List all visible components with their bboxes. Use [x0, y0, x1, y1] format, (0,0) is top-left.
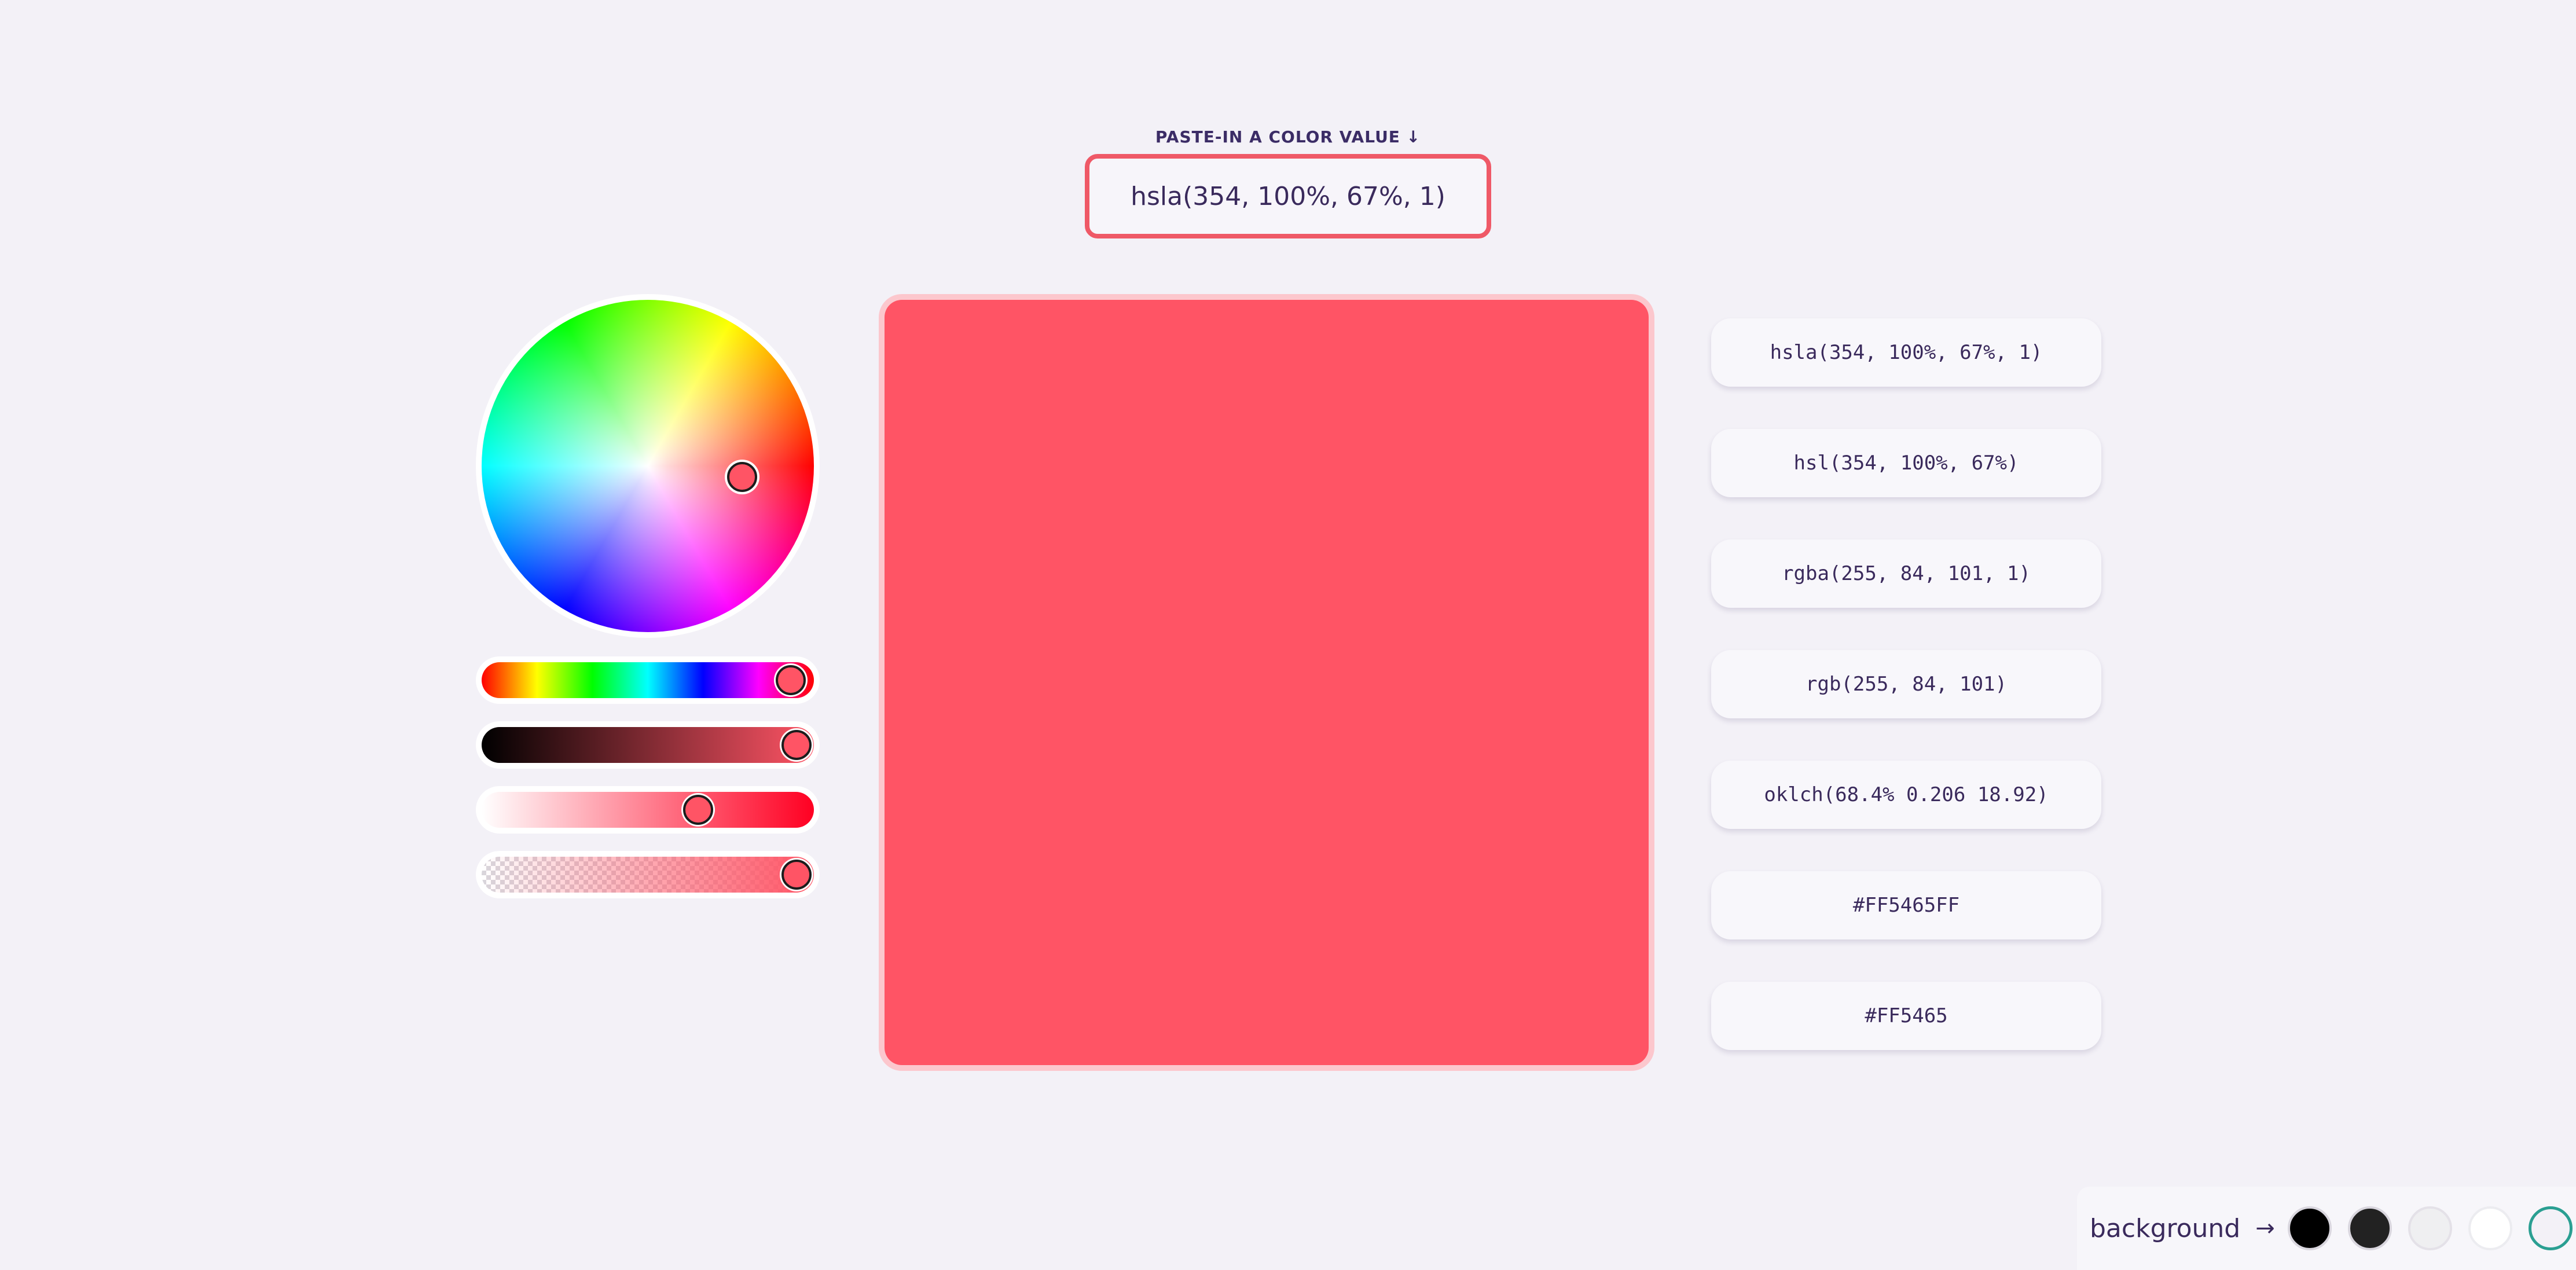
color-value-input[interactable]	[1085, 154, 1491, 238]
format-rgba-button[interactable]: rgba(255, 84, 101, 1)	[1711, 539, 2101, 608]
lightness-slider[interactable]	[476, 721, 820, 769]
background-label: background	[2090, 1213, 2241, 1243]
background-swatch-dark[interactable]	[2347, 1206, 2392, 1250]
format-hsla-button[interactable]: hsla(354, 100%, 67%, 1)	[1711, 318, 2101, 387]
format-hex-button[interactable]: #FF5465	[1711, 982, 2101, 1050]
color-wheel-frame	[476, 294, 820, 638]
background-swatch-white[interactable]	[2468, 1206, 2512, 1250]
hue-slider-thumb[interactable]	[776, 665, 806, 695]
paste-color-label: PASTE-IN A COLOR VALUE ↓	[1155, 127, 1421, 146]
saturation-slider-thumb[interactable]	[683, 795, 713, 825]
alpha-slider-track[interactable]	[482, 857, 814, 893]
background-swatch-selected[interactable]	[2528, 1206, 2573, 1250]
background-swatch-black[interactable]	[2287, 1206, 2332, 1250]
saturation-slider-track[interactable]	[482, 792, 814, 828]
hue-slider-track[interactable]	[482, 662, 814, 698]
format-hex8-button[interactable]: #FF5465FF	[1711, 871, 2101, 939]
background-swatch-light[interactable]	[2408, 1206, 2452, 1250]
format-rgb-button[interactable]: rgb(255, 84, 101)	[1711, 650, 2101, 718]
color-preview-swatch	[885, 300, 1649, 1065]
format-hsl-button[interactable]: hsl(354, 100%, 67%)	[1711, 429, 2101, 497]
format-oklch-button[interactable]: oklch(68.4% 0.206 18.92)	[1711, 761, 2101, 829]
arrow-right-icon: →	[2255, 1215, 2275, 1242]
lightness-slider-thumb[interactable]	[781, 730, 812, 760]
color-format-list: hsla(354, 100%, 67%, 1) hsl(354, 100%, 6…	[1711, 318, 2101, 1092]
alpha-slider-thumb[interactable]	[781, 860, 812, 890]
lightness-slider-track[interactable]	[482, 727, 814, 763]
color-wheel[interactable]	[482, 300, 814, 632]
hue-slider[interactable]	[476, 656, 820, 704]
color-wheel-thumb[interactable]	[727, 462, 757, 492]
alpha-slider[interactable]	[476, 851, 820, 898]
saturation-slider[interactable]	[476, 786, 820, 834]
background-picker: background →	[2077, 1187, 2576, 1270]
